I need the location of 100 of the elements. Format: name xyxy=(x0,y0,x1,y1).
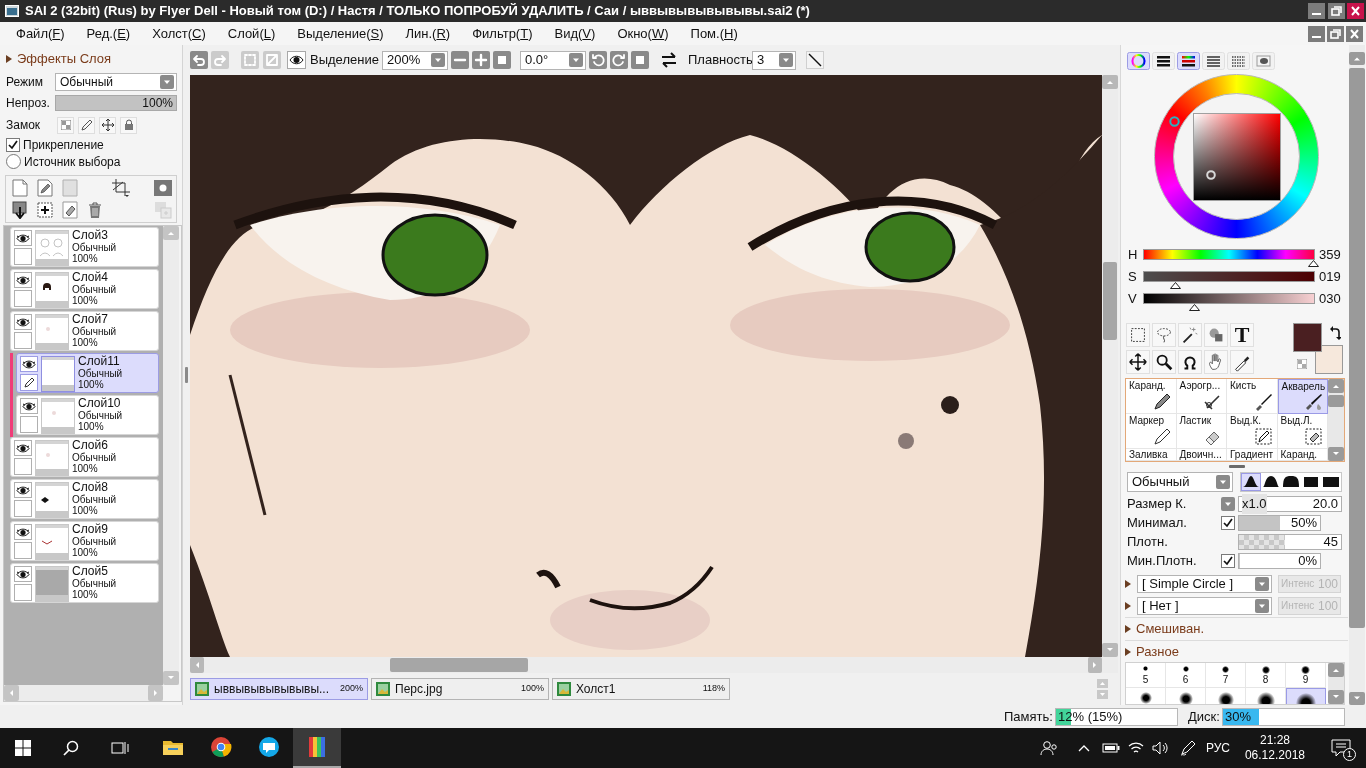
section-title[interactable]: Разное xyxy=(1136,642,1179,662)
scroll-thumb[interactable] xyxy=(1328,395,1344,407)
section-title[interactable]: Эффекты Слоя xyxy=(17,49,112,69)
minimize-icon[interactable] xyxy=(1308,3,1325,19)
square-icon[interactable] xyxy=(493,51,511,69)
brush-size-item[interactable]: 5 xyxy=(1126,662,1166,688)
zoom-dropdown[interactable]: 200% xyxy=(382,50,448,70)
start-icon[interactable] xyxy=(15,740,31,756)
edit-toggle[interactable] xyxy=(14,500,32,517)
search-icon[interactable] xyxy=(63,740,79,756)
blend-dropdown[interactable]: Обычный xyxy=(1127,471,1233,492)
min-density-slider[interactable]: 0% xyxy=(1238,552,1321,569)
scroll-thumb[interactable] xyxy=(1349,68,1365,628)
minus-icon[interactable] xyxy=(451,51,469,69)
clock[interactable]: 21:28 06.12.2018 xyxy=(1244,733,1305,763)
visibility-toggle[interactable] xyxy=(14,230,32,246)
menu-item[interactable]: Пом.(H) xyxy=(686,23,742,44)
layer-row[interactable]: Слой8 Обычный 100% xyxy=(10,479,159,519)
mask-icon[interactable] xyxy=(154,180,172,196)
checkbox[interactable] xyxy=(1221,515,1235,530)
swap-arrows-icon[interactable] xyxy=(659,51,679,69)
checker-icon[interactable] xyxy=(1297,359,1307,369)
scroll-up-icon[interactable] xyxy=(1328,379,1344,393)
checkbox[interactable] xyxy=(1221,553,1235,568)
layer-row[interactable]: Слой7 Обычный 100% xyxy=(10,311,159,351)
visibility-toggle[interactable] xyxy=(14,314,32,330)
angle-dropdown[interactable]: 0.0° xyxy=(520,50,586,70)
edit-toggle[interactable] xyxy=(14,290,32,307)
checkbox[interactable] xyxy=(6,137,20,152)
brush-tool-item[interactable]: Акварель xyxy=(1277,379,1328,414)
smoothing-dropdown[interactable]: 3 xyxy=(752,50,796,70)
menu-item[interactable]: Холст(C) xyxy=(148,23,210,44)
layer-row[interactable]: Слой4 Обычный 100% xyxy=(10,269,159,309)
color-wheel-tab-icon[interactable] xyxy=(1127,52,1150,70)
pencil-page-icon[interactable] xyxy=(37,179,53,197)
brush-tool-item[interactable]: Двоичн... xyxy=(1176,449,1227,461)
visibility-toggle[interactable] xyxy=(14,272,32,288)
density-slider[interactable]: 45 xyxy=(1238,533,1342,550)
document-tab[interactable]: Холст1 118% xyxy=(552,678,730,700)
lines-tab-icon[interactable] xyxy=(1202,52,1225,70)
brush-shape-selector[interactable] xyxy=(1240,471,1342,492)
brush-tool-item[interactable]: Выд.Л. xyxy=(1277,414,1328,449)
edit-toggle[interactable] xyxy=(14,542,32,559)
layer-row[interactable]: Слой9 Обычный 100% xyxy=(10,521,159,561)
section-title[interactable]: Смешиван. xyxy=(1136,619,1205,639)
resize-handle[interactable] xyxy=(1228,465,1245,468)
plus-icon[interactable] xyxy=(472,51,490,69)
edit-toggle[interactable] xyxy=(14,248,32,265)
edit-toggle[interactable] xyxy=(14,584,32,601)
minimize-icon[interactable] xyxy=(1308,25,1325,42)
task-view-icon[interactable] xyxy=(111,740,129,756)
menu-item[interactable]: Окно(W) xyxy=(613,23,673,44)
lock-icon[interactable] xyxy=(123,119,134,131)
brush-tool-item[interactable]: Кисть xyxy=(1227,379,1278,414)
text-tool-button[interactable]: T xyxy=(1230,323,1254,347)
scroll-down-icon[interactable] xyxy=(1328,447,1344,461)
undo-icon[interactable] xyxy=(190,51,208,69)
menu-item[interactable]: Фильтр(T) xyxy=(468,23,537,44)
taskbar-app-button[interactable] xyxy=(293,728,341,768)
brush-size-field[interactable]: x1.0 20.0 xyxy=(1238,495,1342,512)
edit-toggle[interactable] xyxy=(14,332,32,349)
close-icon[interactable] xyxy=(1346,25,1363,42)
radio-button[interactable] xyxy=(6,154,21,169)
brush-tool-item[interactable]: Аэрогр... xyxy=(1176,379,1227,414)
scroll-up-icon[interactable] xyxy=(1328,662,1344,677)
expand-arrow-icon[interactable] xyxy=(6,55,12,63)
brush-tool-item[interactable]: Заливка xyxy=(1126,449,1177,461)
chevron-up-icon[interactable] xyxy=(1077,744,1090,752)
language-indicator[interactable]: РУС xyxy=(1205,739,1230,757)
expand-arrow-icon[interactable] xyxy=(1125,647,1131,656)
menu-item[interactable]: Файл(F) xyxy=(12,23,69,44)
add-box-icon[interactable] xyxy=(37,201,53,219)
layer-row[interactable]: Слой6 Обычный 100% xyxy=(10,437,159,477)
edit-toggle[interactable] xyxy=(20,416,38,433)
brush-tool-item[interactable]: Ластик xyxy=(1176,414,1227,449)
resize-handle[interactable] xyxy=(185,367,188,383)
brush-tool-item[interactable]: Каранд. xyxy=(1277,449,1328,461)
menu-item[interactable]: Слой(L) xyxy=(223,23,280,44)
scroll-up-icon[interactable] xyxy=(1349,52,1365,65)
brush-tool-item[interactable]: Градиент xyxy=(1227,449,1278,461)
eraser-icon[interactable] xyxy=(62,201,78,219)
scroll-down-icon[interactable] xyxy=(1328,690,1344,704)
document-tab[interactable]: ыввывывывывывы... 200% xyxy=(190,678,368,700)
brush-tool-item[interactable]: Каранд. xyxy=(1126,379,1177,414)
rotate-left-icon[interactable] xyxy=(589,51,607,69)
menu-item[interactable]: Ред.(E) xyxy=(82,23,135,44)
brush-size-item[interactable]: 7 xyxy=(1206,662,1246,688)
saturation-value-square[interactable] xyxy=(1192,112,1281,201)
gradient-bars-tab-icon[interactable] xyxy=(1177,52,1200,70)
close-icon[interactable] xyxy=(1347,3,1364,19)
brush-size-item[interactable]: 6 xyxy=(1166,662,1206,688)
visibility-toggle[interactable] xyxy=(14,440,32,456)
menu-item[interactable]: Вид(V) xyxy=(550,23,600,44)
layer-row[interactable]: Слой3 Обычный 100% xyxy=(10,227,159,267)
people-icon[interactable] xyxy=(1039,740,1058,756)
scroll-thumb[interactable] xyxy=(390,658,528,672)
brush-tool-item[interactable]: Маркер xyxy=(1126,414,1177,449)
menu-item[interactable]: Выделение(S) xyxy=(293,23,388,44)
trash-icon[interactable] xyxy=(87,201,103,219)
swap-icon[interactable] xyxy=(1329,326,1341,340)
